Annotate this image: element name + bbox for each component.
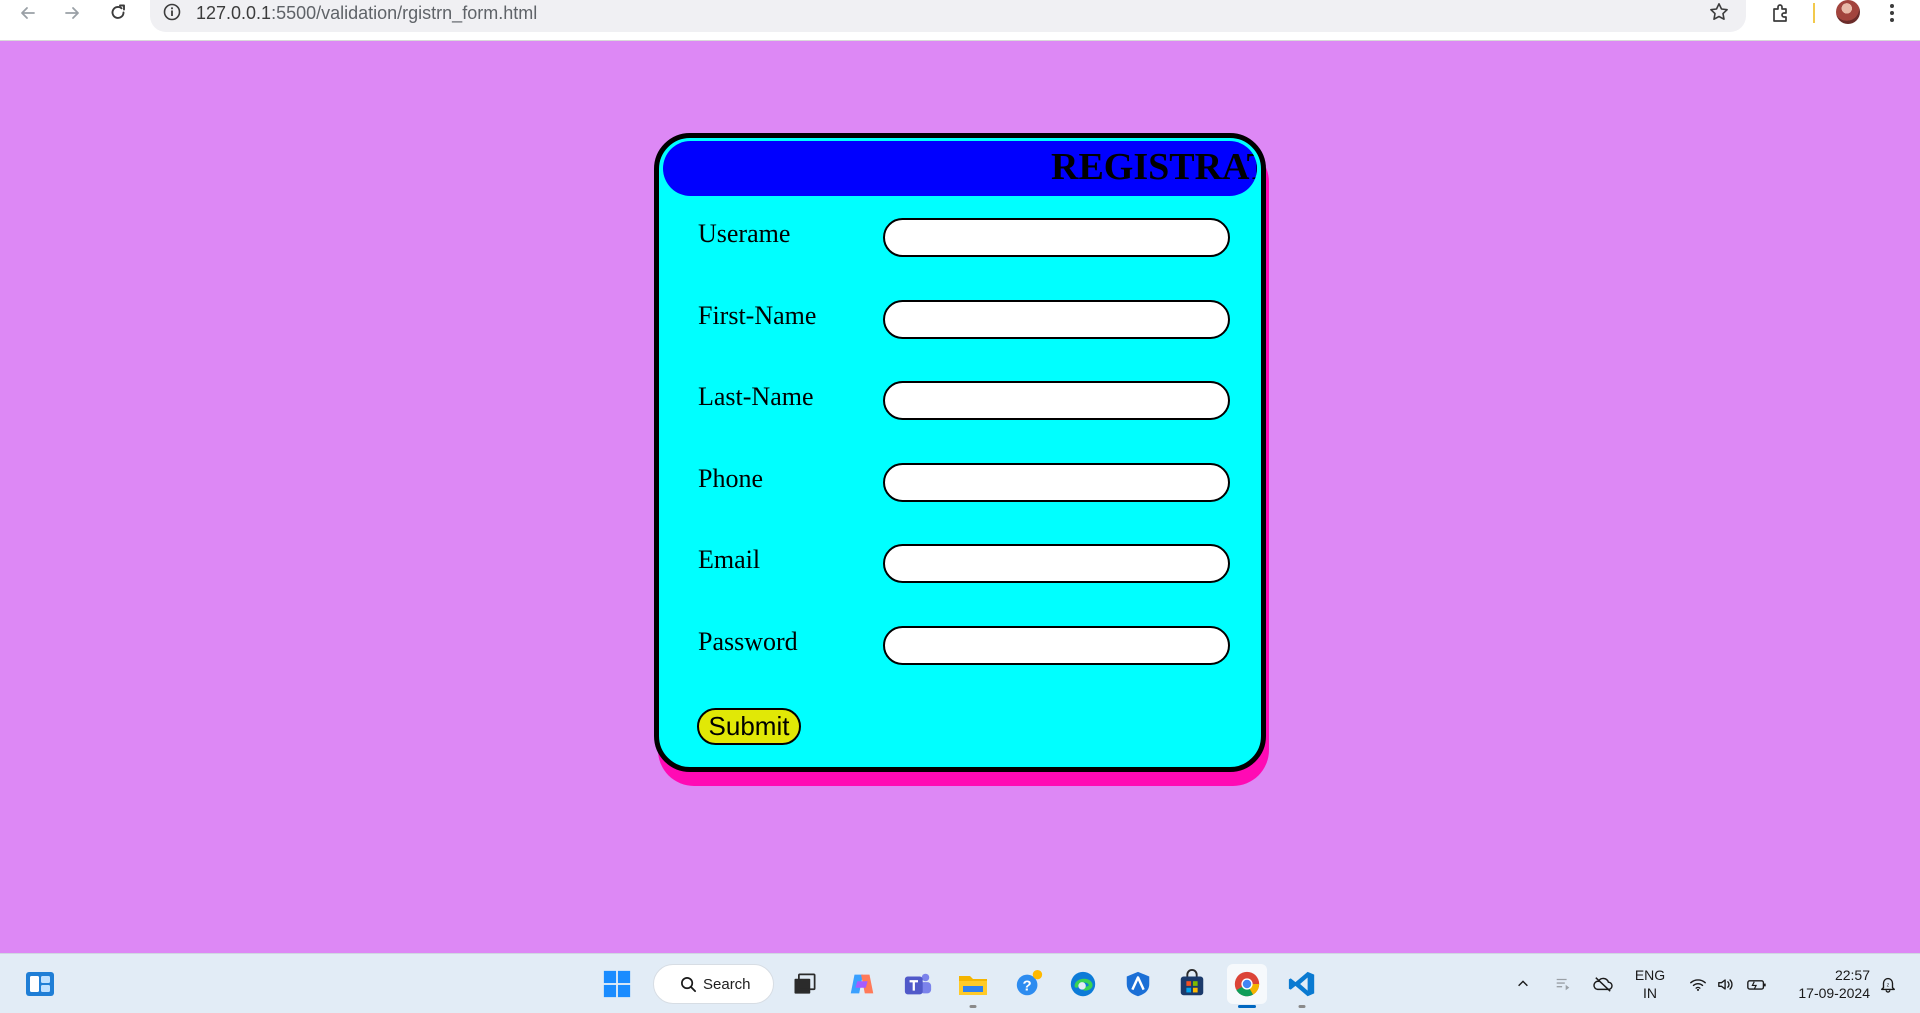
copilot-button[interactable] <box>842 964 882 1004</box>
card-header: REGISTRATION <box>663 141 1257 196</box>
url-path: :5500/validation/rgistrn_form.html <box>271 3 538 23</box>
notification-bell-icon: z <box>1881 977 1895 993</box>
edge-button[interactable] <box>1063 964 1103 1004</box>
reload-button[interactable] <box>100 0 136 26</box>
last-name-label: Last-Name <box>698 382 814 411</box>
task-view-button[interactable] <box>785 964 825 1004</box>
email-input[interactable] <box>883 544 1230 583</box>
language-indicator[interactable]: ENG IN <box>1630 966 1670 1002</box>
clock-time: 22:57 <box>1834 967 1870 983</box>
edge-icon <box>1070 971 1096 997</box>
form-title: REGISTRATION <box>1051 146 1257 188</box>
svg-text:z: z <box>1887 982 1890 988</box>
task-view-icon <box>794 973 816 994</box>
submit-button[interactable]: Submit <box>697 708 801 745</box>
store-icon <box>1180 969 1204 996</box>
email-label: Email <box>698 545 761 574</box>
wifi-icon <box>1690 978 1706 991</box>
username-input[interactable] <box>883 218 1230 257</box>
help-button[interactable]: ? <box>1009 964 1049 1004</box>
notes-icon <box>1556 978 1570 991</box>
vscode-button[interactable] <box>1282 964 1322 1008</box>
bookmark-star-icon[interactable] <box>1708 1 1730 23</box>
region-code: IN <box>1643 985 1657 1001</box>
chrome-button[interactable] <box>1227 964 1267 1008</box>
store-button[interactable] <box>1172 964 1212 1004</box>
toolbar-divider <box>1813 3 1815 23</box>
last-name-input[interactable] <box>883 381 1230 420</box>
address-bar[interactable]: 127.0.0.1:5500/validation/rgistrn_form.h… <box>150 0 1746 32</box>
notifications-button[interactable]: z <box>1876 954 1900 1013</box>
chrome-icon <box>1234 971 1260 997</box>
folder-icon <box>959 976 987 995</box>
widgets-icon <box>26 972 54 996</box>
forward-button[interactable] <box>54 0 90 26</box>
clock-date: 17-09-2024 <box>1798 985 1870 1001</box>
wifi-button[interactable] <box>1686 954 1710 1013</box>
windows-logo-icon <box>603 970 631 998</box>
arrow-left-icon <box>21 7 35 19</box>
teams-button[interactable] <box>898 964 938 1004</box>
app-button[interactable] <box>1118 964 1158 1004</box>
running-indicator <box>969 1005 977 1008</box>
site-info-icon[interactable] <box>162 2 182 22</box>
running-indicator <box>1298 1005 1306 1008</box>
chevron-up-icon <box>1518 980 1528 987</box>
url-text: 127.0.0.1:5500/validation/rgistrn_form.h… <box>196 3 537 24</box>
clock[interactable]: 22:57 17-09-2024 <box>1780 966 1870 1002</box>
taskbar-search[interactable]: Search <box>653 964 774 1004</box>
svg-text:?: ? <box>1023 978 1032 995</box>
vscode-icon <box>1288 971 1315 997</box>
battery-charging-icon <box>1747 979 1766 990</box>
file-explorer-button[interactable] <box>953 964 993 1008</box>
search-icon <box>681 976 697 992</box>
battery-button[interactable] <box>1744 954 1770 1013</box>
more-vertical-icon <box>1890 4 1894 22</box>
password-input[interactable] <box>883 626 1230 665</box>
language-code: ENG <box>1634 967 1666 983</box>
volume-button[interactable] <box>1714 954 1738 1013</box>
speaker-icon <box>1718 978 1733 990</box>
browser-menu-button[interactable] <box>1880 0 1904 26</box>
copilot-icon <box>850 974 874 994</box>
first-name-input[interactable] <box>883 300 1230 339</box>
tray-app-button[interactable] <box>1551 954 1575 1013</box>
extensions-button[interactable] <box>1766 0 1796 26</box>
puzzle-icon <box>1773 4 1787 22</box>
start-button[interactable] <box>597 964 637 1004</box>
teams-icon <box>904 973 932 995</box>
reload-icon <box>111 4 125 19</box>
password-label: Password <box>698 627 798 656</box>
profile-avatar[interactable] <box>1836 0 1860 24</box>
show-hidden-icons-button[interactable] <box>1512 954 1534 1013</box>
onedrive-button[interactable] <box>1590 954 1616 1013</box>
taskbar: Search ? ENG IN 22:57 17-09-2024 z <box>0 953 1920 1013</box>
registration-card: REGISTRATION Userame First-Name Last-Nam… <box>654 133 1266 772</box>
arrow-right-icon <box>65 7 79 19</box>
username-label: Userame <box>698 219 791 248</box>
shield-app-icon <box>1126 971 1150 997</box>
url-host: 127.0.0.1 <box>196 3 272 23</box>
phone-input[interactable] <box>883 463 1230 502</box>
phone-label: Phone <box>698 464 763 493</box>
back-button[interactable] <box>10 0 46 26</box>
browser-toolbar: 127.0.0.1:5500/validation/rgistrn_form.h… <box>0 0 1920 41</box>
cloud-offline-icon <box>1593 977 1613 992</box>
search-label: Search <box>703 975 751 993</box>
help-icon: ? <box>1016 969 1043 996</box>
widgets-button[interactable] <box>20 964 60 1004</box>
first-name-label: First-Name <box>698 301 817 330</box>
active-indicator <box>1238 1005 1256 1008</box>
